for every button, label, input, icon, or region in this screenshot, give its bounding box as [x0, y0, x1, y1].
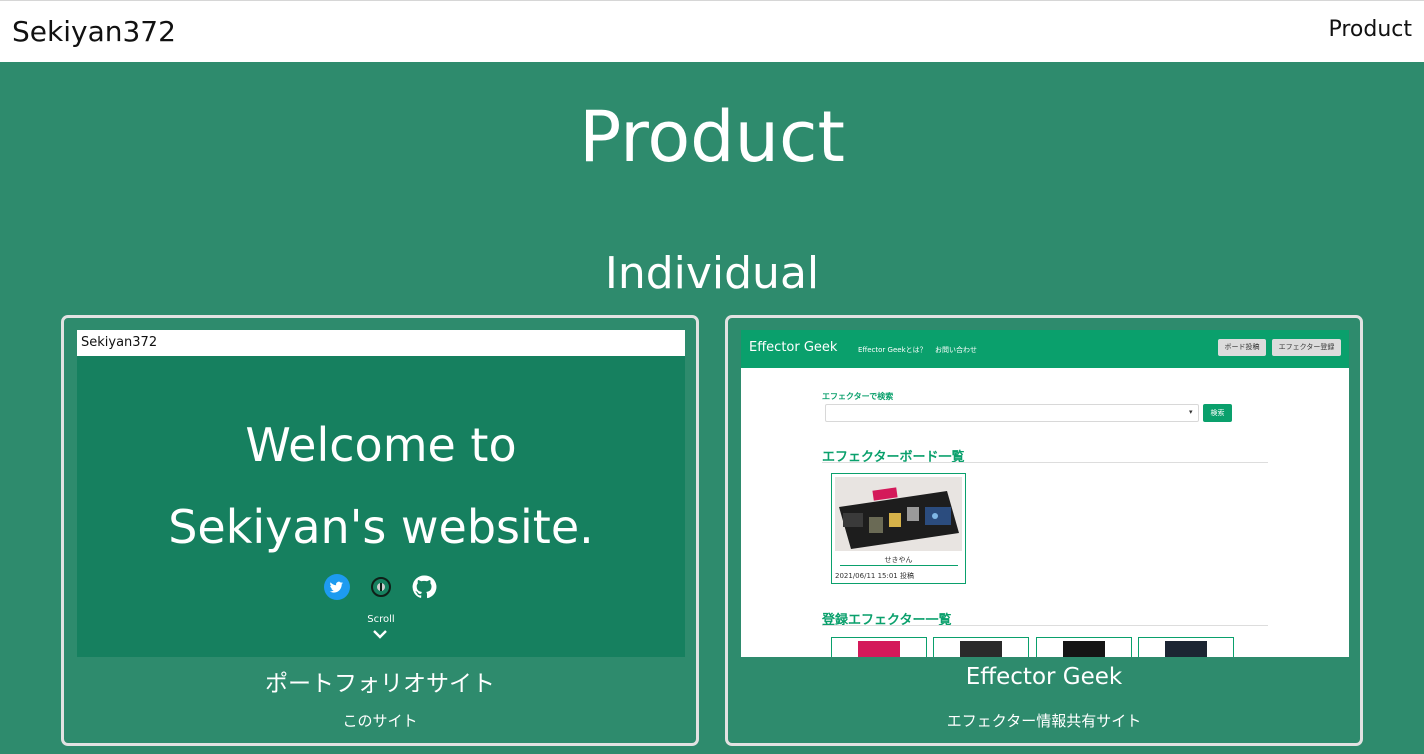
card-description: エフェクター情報共有サイト [946, 712, 1142, 730]
product-card-effector-geek[interactable]: Effector Geek Effector Geekとは？ お問い合わせ ボー… [725, 315, 1363, 746]
thumbnail-board-date: 2021/06/11 15:01 投稿 [835, 572, 914, 580]
thumbnail-effector-card [831, 637, 927, 657]
thumbnail-hero: Welcome to Sekiyan's website. Scroll [77, 356, 685, 657]
product-card-portfolio[interactable]: Sekiyan372 Welcome to Sekiyan's website. [61, 315, 699, 746]
divider [840, 565, 958, 566]
twitter-icon [324, 574, 350, 600]
divider [822, 462, 1268, 463]
nav-link-product[interactable]: Product [1328, 17, 1412, 42]
thumbnail-navbar: Sekiyan372 [77, 330, 685, 356]
thumbnail-register-effector-button: エフェクター登録 [1272, 339, 1341, 356]
card-description: このサイト [342, 712, 418, 730]
thumbnail-search-button: 検索 [1203, 404, 1232, 422]
section-title: Individual [604, 248, 820, 299]
brand-link[interactable]: Sekiyan372 [12, 15, 176, 48]
portfolio-thumbnail: Sekiyan372 Welcome to Sekiyan's website. [77, 330, 685, 657]
thumbnail-search-select [825, 404, 1199, 422]
thumbnail-effector-card [933, 637, 1029, 657]
thumbnail-board-card: せきやん 2021/06/11 15:01 投稿 [831, 473, 966, 584]
chevron-down-icon [373, 630, 387, 639]
card-title: ポートフォリオサイト [265, 671, 495, 697]
thumbnail-nav-contact: お問い合わせ [935, 346, 977, 354]
thumbnail-brand: Effector Geek [749, 340, 838, 355]
thumbnail-navbar: Effector Geek Effector Geekとは？ お問い合わせ ボー… [741, 330, 1349, 368]
thumbnail-search-label: エフェクターで検索 [822, 392, 894, 401]
qiita-icon [371, 577, 391, 597]
effector-geek-thumbnail: Effector Geek Effector Geekとは？ お問い合わせ ボー… [741, 330, 1349, 657]
divider [822, 625, 1268, 626]
thumbnail-website-line: Sekiyan's website. [168, 500, 594, 554]
pedalboard-photo [835, 477, 962, 551]
thumbnail-nav-about: Effector Geekとは？ [858, 346, 927, 354]
thumbnail-social-icons [77, 574, 685, 602]
card-title: Effector Geek [965, 664, 1123, 690]
thumbnail-board-user: せきやん [884, 556, 913, 564]
thumbnail-welcome-line: Welcome to [245, 418, 517, 472]
thumbnail-effector-card [1138, 637, 1234, 657]
thumbnail-brand: Sekiyan372 [81, 335, 158, 350]
github-icon [412, 575, 437, 599]
thumbnail-scroll-label: Scroll [367, 614, 395, 625]
thumbnail-post-board-button: ボード投稿 [1218, 339, 1266, 356]
chevron-down-icon: ▾ [1189, 408, 1193, 416]
thumbnail-effector-card [1036, 637, 1132, 657]
page-title: Product [579, 96, 845, 178]
navbar: Sekiyan372 Product [0, 0, 1424, 62]
